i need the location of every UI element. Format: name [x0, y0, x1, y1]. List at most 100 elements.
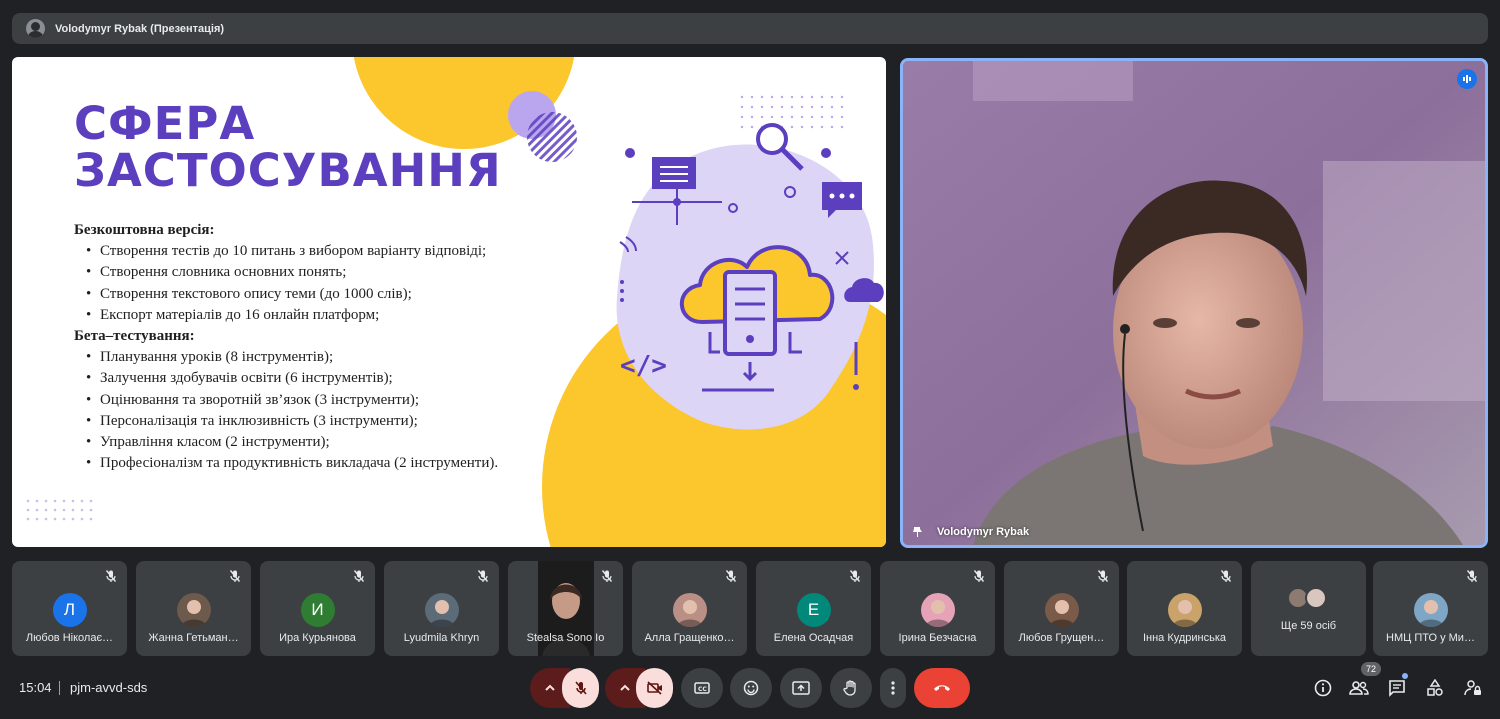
- captions-icon: CC: [694, 682, 710, 694]
- speaker-name: Volodymyr Rybak: [937, 526, 1030, 538]
- host-controls-button[interactable]: [1460, 675, 1486, 701]
- mic-off-icon: [1466, 570, 1478, 582]
- mic-off-icon: [1220, 570, 1232, 582]
- participant-strip: Л Любов Ніколає… Жанна Гетьман… И Ира Курьян…: [12, 561, 1488, 656]
- participant-tile[interactable]: Жанна Гетьман…: [136, 561, 251, 656]
- participant-name: Ще 59 осіб: [1280, 620, 1337, 632]
- raise-hand-button[interactable]: [830, 668, 872, 708]
- participant-avatar: [672, 593, 707, 627]
- participant-tile[interactable]: Lyudmila Khryn: [384, 561, 499, 656]
- participant-name: Lyudmila Khryn: [403, 632, 480, 644]
- list-item: Залучення здобувачів освіти (6 інструмен…: [86, 368, 506, 389]
- participant-tile[interactable]: Алла Гращенко…: [632, 561, 747, 656]
- captions-button[interactable]: CC: [681, 668, 723, 708]
- shapes-icon: [1427, 679, 1443, 696]
- emoji-icon: [743, 680, 759, 696]
- mic-off-icon: [353, 570, 365, 582]
- list-item: Планування уроків (8 інструментів);: [86, 347, 506, 368]
- participant-avatar: И: [300, 593, 335, 627]
- mic-off-icon: [477, 570, 489, 582]
- beta-heading: Бета–тестування:: [74, 328, 195, 345]
- svg-text:CC: CC: [698, 686, 707, 693]
- participant-tile[interactable]: Інна Кудринська: [1127, 561, 1242, 656]
- activities-button[interactable]: [1422, 675, 1448, 701]
- people-button[interactable]: [1346, 675, 1372, 701]
- participant-name: Алла Гращенко…: [644, 632, 735, 644]
- meeting-code[interactable]: pjm-avvd-sds: [70, 680, 147, 695]
- divider: [59, 681, 60, 695]
- chat-icon: [1389, 680, 1405, 697]
- meet-window: Volodymyr Rybak (Презентація) </> СФЕРА …: [0, 0, 1500, 719]
- participant-tile[interactable]: Е Елена Осадчая: [756, 561, 871, 656]
- more-options-button[interactable]: [880, 668, 906, 708]
- mic-off-icon: [574, 681, 587, 695]
- chevron-up-icon: [620, 684, 630, 691]
- participant-tile[interactable]: И Ира Курьянова: [260, 561, 375, 656]
- list-item: Професіоналізм та продуктивність виклада…: [86, 453, 506, 474]
- leave-call-button[interactable]: [914, 668, 970, 708]
- participant-name: Stealsa Sono Io: [526, 632, 605, 644]
- reactions-button[interactable]: [730, 668, 772, 708]
- mic-off-icon: [105, 570, 117, 582]
- participant-name: Любов Грущен…: [1018, 632, 1105, 644]
- people-icon: [1349, 681, 1369, 695]
- list-item: Створення словника основних понять;: [86, 262, 506, 283]
- participant-name: Елена Осадчая: [773, 632, 854, 644]
- participant-tile[interactable]: Stealsa Sono Io: [508, 561, 623, 656]
- chevron-up-icon: [545, 684, 555, 691]
- participant-tile[interactable]: Любов Грущен…: [1004, 561, 1119, 656]
- people-count-badge: 72: [1361, 662, 1381, 676]
- mic-toggle-button[interactable]: [562, 668, 599, 708]
- present-button[interactable]: [780, 668, 822, 708]
- participant-tile[interactable]: Ірина Безчасна: [880, 561, 995, 656]
- participant-avatar: Е: [796, 593, 831, 627]
- shared-slide[interactable]: </> СФЕРА ЗАСТОСУВАННЯ Безкоштовна версі…: [12, 57, 886, 547]
- participant-avatar: [920, 593, 955, 627]
- presenter-avatar: [26, 19, 45, 38]
- speaking-indicator-icon: [1457, 69, 1477, 89]
- hand-icon: [843, 680, 856, 696]
- phone-hangup-icon: [934, 685, 950, 691]
- participant-name: Ірина Безчасна: [898, 632, 977, 644]
- presenter-title: Volodymyr Rybak (Презентація): [55, 22, 225, 35]
- participant-tile[interactable]: Ще 59 осіб: [1251, 561, 1366, 656]
- participant-tile[interactable]: НМЦ ПТО у Ми…: [1373, 561, 1488, 656]
- mic-off-icon: [849, 570, 861, 582]
- participant-avatar: [1044, 593, 1079, 627]
- slide-title-line1: СФЕРА: [74, 97, 256, 150]
- slide-title: СФЕРА ЗАСТОСУВАННЯ: [74, 100, 502, 194]
- participant-tile[interactable]: Л Любов Ніколає…: [12, 561, 127, 656]
- meeting-details-button[interactable]: [1310, 675, 1336, 701]
- slide-body: Безкоштовна версія: Створення тестів до …: [74, 220, 506, 475]
- speaker-tile[interactable]: Volodymyr Rybak: [900, 58, 1488, 548]
- participant-avatar: [1167, 593, 1202, 627]
- list-item: Створення тестів до 10 питань з вибором …: [86, 241, 506, 262]
- chat-notification-dot: [1402, 673, 1408, 679]
- pin-icon[interactable]: [911, 525, 925, 539]
- participant-avatar: [1413, 593, 1448, 627]
- more-participants-avatars: [1287, 587, 1331, 611]
- clock: 15:04: [19, 680, 52, 695]
- camera-off-icon: [646, 681, 662, 695]
- participant-avatar: [424, 593, 459, 627]
- free-version-heading: Безкоштовна версія:: [74, 222, 215, 238]
- mic-off-icon: [601, 570, 613, 582]
- camera-toggle-button[interactable]: [636, 668, 673, 708]
- bottom-bar: 15:04 pjm-avvd-sds CC 72: [0, 661, 1500, 719]
- info-icon: [1314, 679, 1332, 697]
- list-item: Управління класом (2 інструменти);: [86, 432, 506, 453]
- list-item: Персоналізація та інклюзивність (3 інстр…: [86, 411, 506, 432]
- svg-text:</>: </>: [620, 351, 667, 381]
- participant-name: Інна Кудринська: [1142, 632, 1227, 644]
- mic-off-icon: [1097, 570, 1109, 582]
- slide-title-line2: ЗАСТОСУВАННЯ: [74, 144, 502, 197]
- participant-avatar: Л: [52, 593, 87, 627]
- presenter-bar: Volodymyr Rybak (Презентація): [12, 13, 1488, 44]
- list-item: Експорт матеріалів до 16 онлайн платформ…: [86, 305, 506, 326]
- chat-button[interactable]: [1384, 675, 1410, 701]
- more-vert-icon: [891, 681, 895, 695]
- participant-name: Жанна Гетьман…: [148, 632, 239, 644]
- lock-person-icon: [1464, 680, 1481, 696]
- participant-name: НМЦ ПТО у Ми…: [1386, 632, 1475, 644]
- list-item: Оцінювання та зворотній зв’язок (3 інстр…: [86, 390, 506, 411]
